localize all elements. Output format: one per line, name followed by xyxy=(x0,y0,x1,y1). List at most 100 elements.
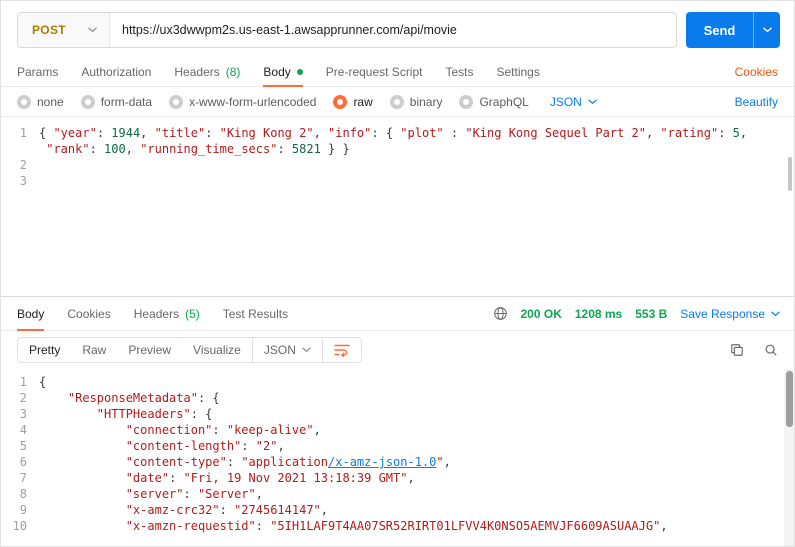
search-response-icon[interactable] xyxy=(764,343,778,357)
code-line: "x-amzn-requestid": "5IH1LAF9T4AA07SR52R… xyxy=(39,518,794,534)
code-row: "rank": 100, "running_time_secs": 5821 }… xyxy=(1,141,794,157)
cookies-link[interactable]: Cookies xyxy=(735,65,778,79)
send-dropdown-button[interactable] xyxy=(753,12,780,48)
response-toolbar-icons xyxy=(730,343,778,357)
code-token: /x-amz-json-1.0 xyxy=(328,455,437,469)
body-content-dot xyxy=(296,68,303,75)
response-body-viewer[interactable]: 1{2 "ResponseMetadata": {3 "HTTPHeaders"… xyxy=(1,369,794,546)
code-row: 8 "server": "Server", xyxy=(1,486,794,502)
body-mode-graphql[interactable]: GraphQL xyxy=(459,94,529,109)
tab-authorization[interactable]: Authorization xyxy=(81,57,151,86)
code-line: "ResponseMetadata": { xyxy=(39,390,794,406)
body-mode-form-data[interactable]: form-data xyxy=(80,94,152,109)
code-token: "running_time_secs" xyxy=(140,142,278,156)
code-line: "content-length": "2", xyxy=(39,438,794,454)
code-token: , xyxy=(125,142,141,156)
response-tab-cookies[interactable]: Cookies xyxy=(67,297,110,330)
method-select[interactable]: POST xyxy=(18,13,110,47)
editor-scrollbar-thumb[interactable] xyxy=(788,157,792,191)
code-token: "2" xyxy=(255,439,278,453)
tab-label: Tests xyxy=(445,64,474,79)
save-response-button[interactable]: Save Response xyxy=(680,307,780,321)
response-tab-body[interactable]: Body xyxy=(17,297,45,331)
code-token: { xyxy=(39,126,54,140)
view-visualize[interactable]: Visualize xyxy=(182,338,252,362)
request-body-editor[interactable]: 1 { "year": 1944, "title": "King Kong 2",… xyxy=(1,117,794,296)
tab-settings[interactable]: Settings xyxy=(497,57,540,86)
response-language-label: JSON xyxy=(263,343,296,357)
line-number: 10 xyxy=(12,519,27,533)
raw-language-select[interactable]: JSON xyxy=(550,95,597,109)
url-input[interactable] xyxy=(110,13,676,47)
radio-label: GraphQL xyxy=(479,94,529,109)
code-line: "content-type": "application/x-amz-json-… xyxy=(39,454,794,470)
code-row: 10 "x-amzn-requestid": "5IH1LAF9T4AA07SR… xyxy=(1,518,794,534)
tab-label: Authorization xyxy=(81,64,152,79)
code-row: 9 "x-amz-crc32": "2745614147", xyxy=(1,502,794,518)
radio-label: binary xyxy=(409,94,443,109)
code-token: { xyxy=(39,375,47,389)
response-header: Body Cookies Headers (5) Test Results 20… xyxy=(1,297,794,331)
code-token: : xyxy=(255,519,271,533)
tab-label: Pre-request Script xyxy=(325,64,423,79)
response-language-select[interactable]: JSON xyxy=(251,338,322,362)
headers-count: (8) xyxy=(225,64,241,79)
chevron-down-icon xyxy=(762,27,772,33)
tab-body[interactable]: Body xyxy=(263,57,304,87)
tab-label: Test Results xyxy=(222,306,289,321)
code-token: : xyxy=(205,126,220,140)
response-tab-test-results[interactable]: Test Results xyxy=(223,297,288,330)
tab-label: Headers xyxy=(174,64,220,79)
wrap-lines-button[interactable] xyxy=(321,338,361,362)
view-pretty[interactable]: Pretty xyxy=(18,338,71,362)
code-token: "Server" xyxy=(197,487,256,501)
code-token: 1944 xyxy=(111,126,141,140)
code-token: : { xyxy=(190,407,213,421)
code-token: "connection" xyxy=(125,423,213,437)
code-token: "content-type" xyxy=(125,455,227,469)
code-token: "year" xyxy=(53,126,97,140)
response-toolbar: Pretty Raw Preview Visualize JSON xyxy=(1,331,794,369)
view-label: Preview xyxy=(128,343,172,357)
code-token: , xyxy=(443,455,451,469)
code-row: 3 "HTTPHeaders": { xyxy=(1,406,794,422)
body-mode-none[interactable]: none xyxy=(17,94,64,109)
network-info-icon[interactable] xyxy=(493,306,508,321)
tab-headers[interactable]: Headers (8) xyxy=(174,57,240,86)
body-mode-raw[interactable]: raw xyxy=(333,94,373,109)
line-number: 1 xyxy=(19,126,27,140)
address-box: POST xyxy=(17,12,677,48)
code-row: 1 { "year": 1944, "title": "King Kong 2",… xyxy=(1,125,794,141)
view-preview[interactable]: Preview xyxy=(117,338,182,362)
view-raw[interactable]: Raw xyxy=(71,338,117,362)
send-button[interactable]: Send xyxy=(686,12,780,48)
view-label: Raw xyxy=(82,343,107,357)
tab-pre-request-script[interactable]: Pre-request Script xyxy=(326,57,423,86)
code-line: "connection": "keep-alive", xyxy=(39,422,794,438)
code-token: : xyxy=(241,439,256,453)
tab-params[interactable]: Params xyxy=(17,57,58,86)
send-label[interactable]: Send xyxy=(686,12,753,48)
method-label: POST xyxy=(32,23,66,37)
response-tab-headers[interactable]: Headers (5) xyxy=(134,297,200,330)
tab-tests[interactable]: Tests xyxy=(445,57,473,86)
tab-label: Body xyxy=(17,306,45,321)
code-token: , xyxy=(313,423,321,437)
code-token: , xyxy=(739,126,748,140)
wrap-lines-icon xyxy=(334,344,350,357)
body-mode-x-www-form-urlencoded[interactable]: x-www-form-urlencoded xyxy=(169,94,316,109)
line-number: 4 xyxy=(19,423,27,437)
chevron-down-icon xyxy=(588,99,597,104)
code-token: : xyxy=(718,126,733,140)
body-mode-binary[interactable]: binary xyxy=(389,94,443,109)
app: { "colors": { "accent_orange": "#ff6c37"… xyxy=(0,0,795,547)
code-line: "x-amz-crc32": "2745614147", xyxy=(39,502,794,518)
code-token: : xyxy=(183,487,198,501)
line-number: 6 xyxy=(19,455,27,469)
copy-response-icon[interactable] xyxy=(730,343,744,357)
beautify-link[interactable]: Beautify xyxy=(735,95,778,109)
code-line: "rank": 100, "running_time_secs": 5821 }… xyxy=(39,141,794,157)
response-scrollbar-thumb[interactable] xyxy=(786,371,793,427)
line-number: 3 xyxy=(19,407,27,421)
